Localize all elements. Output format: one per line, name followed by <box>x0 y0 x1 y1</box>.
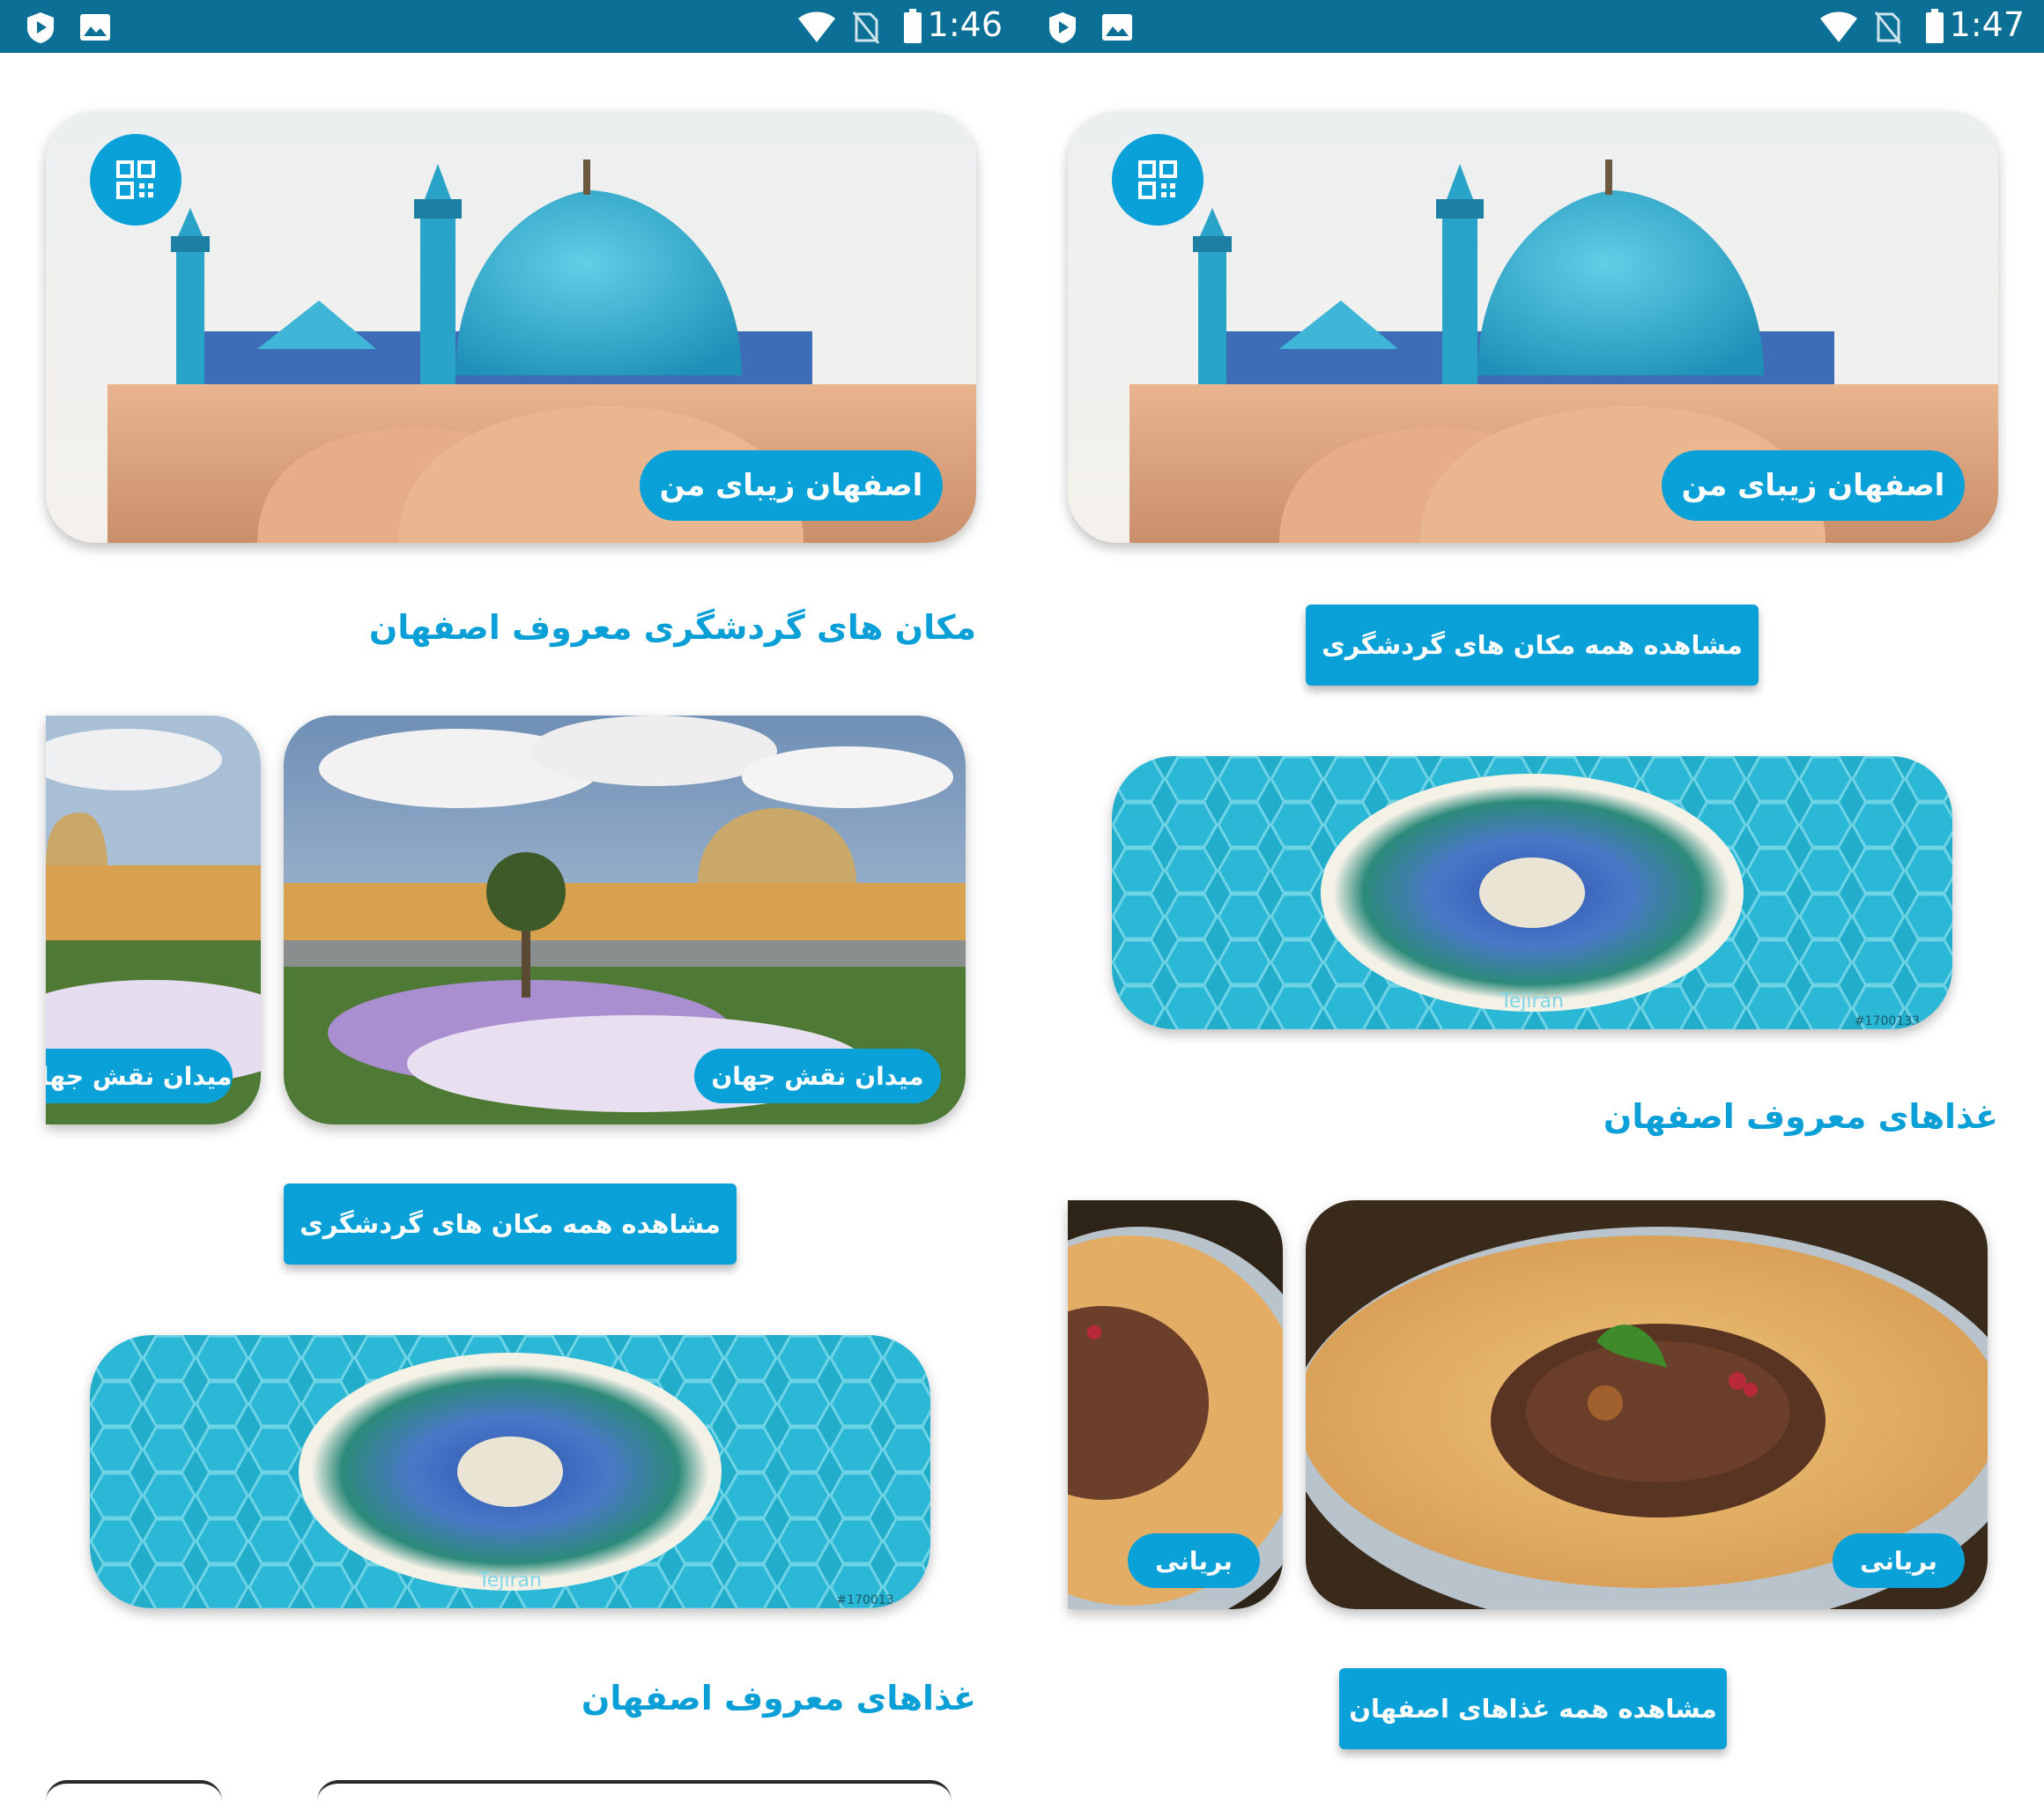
view-all-foods-button[interactable]: مشاهده همه غذاهای اصفهان <box>1339 1668 1727 1749</box>
qr-scan-button[interactable] <box>1112 134 1203 226</box>
food-card-partial <box>46 1780 222 1801</box>
shield-play-icon <box>1049 12 1076 43</box>
no-sim-icon <box>853 11 879 44</box>
hero-card[interactable]: اصفهان زیبای من <box>1068 111 1998 543</box>
food-label-badge: بریانی <box>1128 1533 1260 1588</box>
tile-pattern-image: Tejiran #1700133 <box>1112 756 1952 1029</box>
tile-banner: Tejiran #1700133 <box>1112 756 1952 1029</box>
image-icon <box>1102 14 1132 41</box>
foods-section-title: غذاهای معروف اصفهان <box>1603 1097 1998 1136</box>
screen-left: 1:46 اصفهان زیبای من مکان های گردشگری مع… <box>0 0 1022 1818</box>
food-card-partial[interactable]: بریانی <box>1068 1200 1283 1609</box>
tile-banner: Tejiran #170013 <box>90 1335 930 1608</box>
wifi-icon <box>798 11 835 42</box>
shield-play-icon <box>27 12 54 43</box>
place-label-badge: میدان نقش جهان <box>694 1049 941 1103</box>
view-all-places-button[interactable]: مشاهده همه مکان های گردشگری <box>1306 605 1759 686</box>
food-label-badge: بریانی <box>1833 1533 1965 1588</box>
places-section-title: مکان های گردشگری معروف اصفهان <box>368 608 976 647</box>
status-bar: 1:47 <box>1022 0 2044 53</box>
qr-code-icon <box>1138 160 1177 199</box>
qr-scan-button[interactable] <box>90 134 181 226</box>
banner-code: #1700133 <box>1855 1014 1920 1028</box>
food-card-partial <box>317 1780 952 1801</box>
place-card-partial[interactable]: میدان نقش جهان <box>46 716 261 1124</box>
battery-icon <box>1926 9 1944 43</box>
image-icon <box>80 14 110 41</box>
hero-title-badge: اصفهان زیبای من <box>1662 450 1965 521</box>
banner-watermark: Tejiran <box>478 1569 542 1592</box>
qr-code-icon <box>116 160 155 199</box>
place-label-badge: میدان نقش جهان <box>46 1049 233 1103</box>
tile-pattern-image: Tejiran #170013 <box>90 1335 930 1608</box>
view-all-places-button[interactable]: مشاهده همه مکان های گردشگری <box>284 1184 737 1265</box>
banner-watermark: Tejiran <box>1500 991 1564 1013</box>
foods-section-title: غذاهای معروف اصفهان <box>581 1679 976 1718</box>
status-time: 1:46 <box>927 5 1003 44</box>
place-card[interactable]: میدان نقش جهان <box>284 716 966 1124</box>
food-card[interactable]: بریانی <box>1306 1200 1988 1609</box>
wifi-icon <box>1820 11 1857 42</box>
status-time: 1:47 <box>1949 5 2025 44</box>
battery-icon <box>904 9 922 43</box>
banner-code: #170013 <box>836 1593 893 1607</box>
status-bar: 1:46 <box>0 0 1022 53</box>
no-sim-icon <box>1875 11 1901 44</box>
screen-right: 1:47 اصفهان زیبای من مشاهده همه مکان های… <box>1022 0 2044 1818</box>
hero-card[interactable]: اصفهان زیبای من <box>46 111 976 543</box>
hero-title-badge: اصفهان زیبای من <box>640 450 943 521</box>
